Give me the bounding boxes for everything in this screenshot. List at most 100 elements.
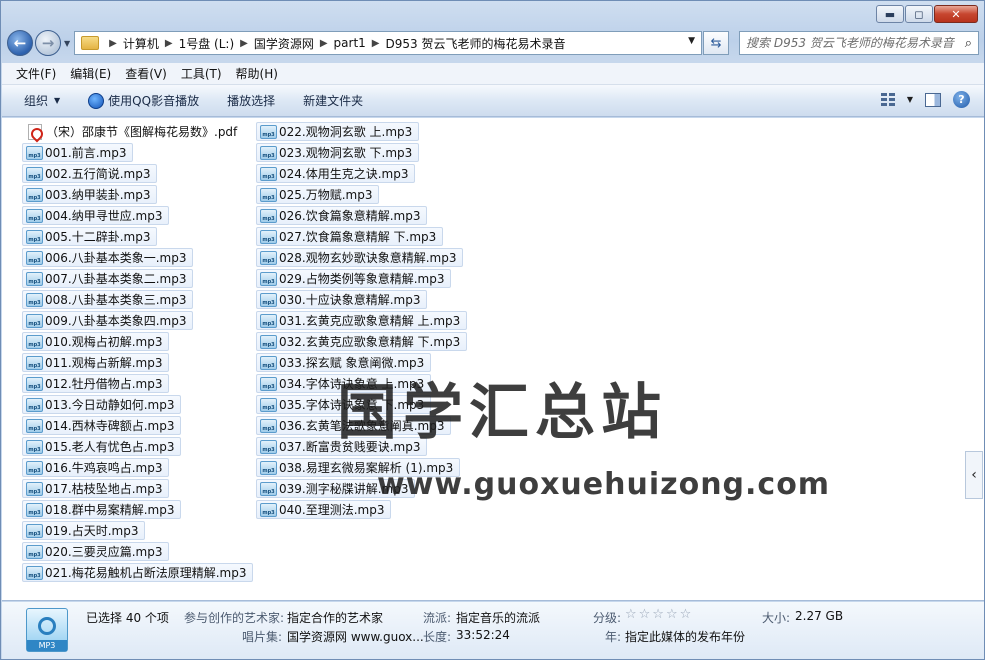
file-name: 032.玄黄克应歌象意精解 下.mp3 (279, 335, 461, 349)
breadcrumb-current-folder[interactable]: D953 贺云飞老师的梅花易术录音 (386, 35, 566, 52)
mp3-file-icon: mp3 (260, 229, 277, 244)
file-item[interactable]: mp3 006.八卦基本类象一.mp3 (22, 248, 194, 267)
close-button[interactable]: ✕ (934, 5, 978, 23)
breadcrumb-drive[interactable]: 1号盘 (L:) (179, 35, 235, 52)
collapse-pane-handle[interactable]: ‹ (965, 451, 983, 499)
file-item[interactable]: mp3 020.三要灵应篇.mp3 (22, 542, 170, 561)
rating-stars[interactable]: ☆☆☆☆☆ (625, 607, 693, 622)
file-item[interactable]: mp3 040.至理测法.mp3 (256, 500, 392, 519)
file-item[interactable]: mp3 015.老人有忧色占.mp3 (22, 437, 182, 456)
minimize-button[interactable]: ▬ (876, 5, 904, 23)
mp3-file-icon: mp3 (260, 376, 277, 391)
menu-edit[interactable]: 编辑(E) (70, 65, 111, 82)
genre-value[interactable]: 指定音乐的流派 (456, 609, 540, 626)
maximize-button[interactable]: ◻ (905, 5, 933, 23)
address-dropdown-icon[interactable]: ▼ (688, 36, 695, 46)
qq-play-button[interactable]: 使用QQ影音播放 (88, 92, 199, 109)
file-item[interactable]: mp3 018.群中易案精解.mp3 (22, 500, 182, 519)
mp3-file-icon: mp3 (260, 187, 277, 202)
arrow-right-icon: → (41, 34, 55, 52)
file-item[interactable]: mp3 033.探玄赋 象意阐微.mp3 (256, 353, 432, 372)
recent-pages-dropdown[interactable]: ▼ (64, 39, 70, 48)
chevron-right-icon[interactable]: ▶ (372, 38, 380, 49)
file-name: 014.西林寺碑额占.mp3 (45, 419, 175, 433)
chevron-right-icon[interactable]: ▶ (240, 38, 248, 49)
details-pane: MP3 已选择 40 个项 参与创作的艺术家: 指定合作的艺术家 流派: 指定音… (2, 602, 984, 659)
breadcrumb-guoxue[interactable]: 国学资源网 (254, 35, 314, 52)
artist-value[interactable]: 指定合作的艺术家 (287, 609, 383, 626)
change-view-button[interactable]: ▼ (880, 93, 913, 106)
file-item[interactable]: mp3 026.饮食篇象意精解.mp3 (256, 206, 428, 225)
file-item[interactable]: mp3 021.梅花易触机占断法原理精解.mp3 (22, 563, 254, 582)
play-selection-button[interactable]: 播放选择 (227, 92, 275, 109)
arrow-left-icon: ← (13, 34, 27, 52)
preview-pane-icon[interactable] (925, 92, 941, 107)
refresh-button[interactable]: ⇆ (703, 31, 730, 55)
album-value[interactable]: 国学资源网 www.guox... (287, 628, 424, 645)
chevron-right-icon[interactable]: ▶ (320, 38, 328, 49)
file-item[interactable]: mp3 012.牡丹借物占.mp3 (22, 374, 170, 393)
forward-button[interactable]: → (35, 30, 61, 56)
new-folder-label: 新建文件夹 (303, 94, 364, 108)
mp3-file-icon: mp3 (26, 502, 43, 517)
menu-help[interactable]: 帮助(H) (236, 65, 278, 82)
file-item[interactable]: mp3 007.八卦基本类象二.mp3 (22, 269, 194, 288)
file-name: 018.群中易案精解.mp3 (45, 503, 175, 517)
pdf-file-icon (28, 123, 42, 140)
mp3-file-icon: mp3 (26, 313, 43, 328)
file-column-2: mp3 022.观物洞玄歌 上.mp3 mp3 023.观物洞玄歌 下.mp3 mp3 0… (256, 122, 468, 521)
file-item[interactable]: mp3 013.今日动静如何.mp3 (22, 395, 182, 414)
file-item[interactable]: mp3 030.十应诀象意精解.mp3 (256, 290, 428, 309)
menu-tools[interactable]: 工具(T) (181, 65, 222, 82)
file-item[interactable]: mp3 023.观物洞玄歌 下.mp3 (256, 143, 420, 162)
file-item[interactable]: mp3 002.五行简说.mp3 (22, 164, 158, 183)
search-input[interactable] (746, 36, 957, 50)
file-name: 027.饮食篇象意精解 下.mp3 (279, 230, 437, 244)
file-item[interactable]: mp3 009.八卦基本类象四.mp3 (22, 311, 194, 330)
file-item[interactable]: mp3 031.玄黄克应歌象意精解 上.mp3 (256, 311, 468, 330)
year-value[interactable]: 指定此媒体的发布年份 (625, 628, 745, 645)
mp3-file-icon: mp3 (260, 397, 277, 412)
file-name: 031.玄黄克应歌象意精解 上.mp3 (279, 314, 461, 328)
file-item[interactable]: mp3 014.西林寺碑额占.mp3 (22, 416, 182, 435)
organize-button[interactable]: 组织 ▼ (24, 92, 60, 109)
file-item[interactable]: mp3 024.体用生克之诀.mp3 (256, 164, 416, 183)
menu-view[interactable]: 查看(V) (125, 65, 167, 82)
file-item[interactable]: mp3 016.牛鸡哀鸣占.mp3 (22, 458, 170, 477)
file-item[interactable]: mp3 027.饮食篇象意精解 下.mp3 (256, 227, 444, 246)
navigation-row: ← → ▼ ▶ 计算机 ▶ 1号盘 (L:) ▶ 国学资源网 ▶ part1 ▶… (7, 29, 980, 57)
new-folder-button[interactable]: 新建文件夹 (303, 92, 363, 109)
file-item[interactable]: mp3 005.十二辟卦.mp3 (22, 227, 158, 246)
length-label: 长度: (423, 630, 452, 644)
file-list-area[interactable]: （宋）邵康节《图解梅花易数》.pdf mp3 001.前言.mp3 mp3 002.五行… (2, 118, 984, 601)
file-item[interactable]: （宋）邵康节《图解梅花易数》.pdf (22, 122, 244, 141)
file-item[interactable]: mp3 008.八卦基本类象三.mp3 (22, 290, 194, 309)
file-item[interactable]: mp3 010.观梅占初解.mp3 (22, 332, 170, 351)
chevron-right-icon[interactable]: ▶ (109, 38, 117, 49)
file-item[interactable]: mp3 029.占物类例等象意精解.mp3 (256, 269, 452, 288)
file-item[interactable]: mp3 011.观梅占新解.mp3 (22, 353, 170, 372)
file-item[interactable]: mp3 025.万物赋.mp3 (256, 185, 380, 204)
search-box[interactable]: ⌕ (739, 31, 980, 55)
file-name: 022.观物洞玄歌 上.mp3 (279, 125, 413, 139)
file-item[interactable]: mp3 017.枯枝坠地占.mp3 (22, 479, 170, 498)
file-item[interactable]: mp3 001.前言.mp3 (22, 143, 134, 162)
mp3-file-icon: mp3 (260, 334, 277, 349)
help-icon[interactable]: ? (953, 91, 970, 108)
file-item[interactable]: mp3 022.观物洞玄歌 上.mp3 (256, 122, 420, 141)
back-button[interactable]: ← (7, 30, 33, 56)
breadcrumb-part1[interactable]: part1 (334, 36, 366, 50)
menu-file[interactable]: 文件(F) (16, 65, 56, 82)
address-bar[interactable]: ▶ 计算机 ▶ 1号盘 (L:) ▶ 国学资源网 ▶ part1 ▶ D953 … (74, 31, 703, 55)
file-item[interactable]: mp3 019.占天时.mp3 (22, 521, 146, 540)
breadcrumb-computer[interactable]: 计算机 (123, 35, 159, 52)
chevron-right-icon[interactable]: ▶ (165, 38, 173, 49)
search-icon[interactable]: ⌕ (965, 36, 972, 51)
music-disc-icon (38, 617, 56, 635)
file-item[interactable]: mp3 003.纳甲装卦.mp3 (22, 185, 158, 204)
mp3-file-icon: mp3 (26, 229, 43, 244)
file-name: 028.观物玄妙歌诀象意精解.mp3 (279, 251, 457, 265)
file-item[interactable]: mp3 028.观物玄妙歌诀象意精解.mp3 (256, 248, 464, 267)
file-item[interactable]: mp3 032.玄黄克应歌象意精解 下.mp3 (256, 332, 468, 351)
file-item[interactable]: mp3 004.纳甲寻世应.mp3 (22, 206, 170, 225)
